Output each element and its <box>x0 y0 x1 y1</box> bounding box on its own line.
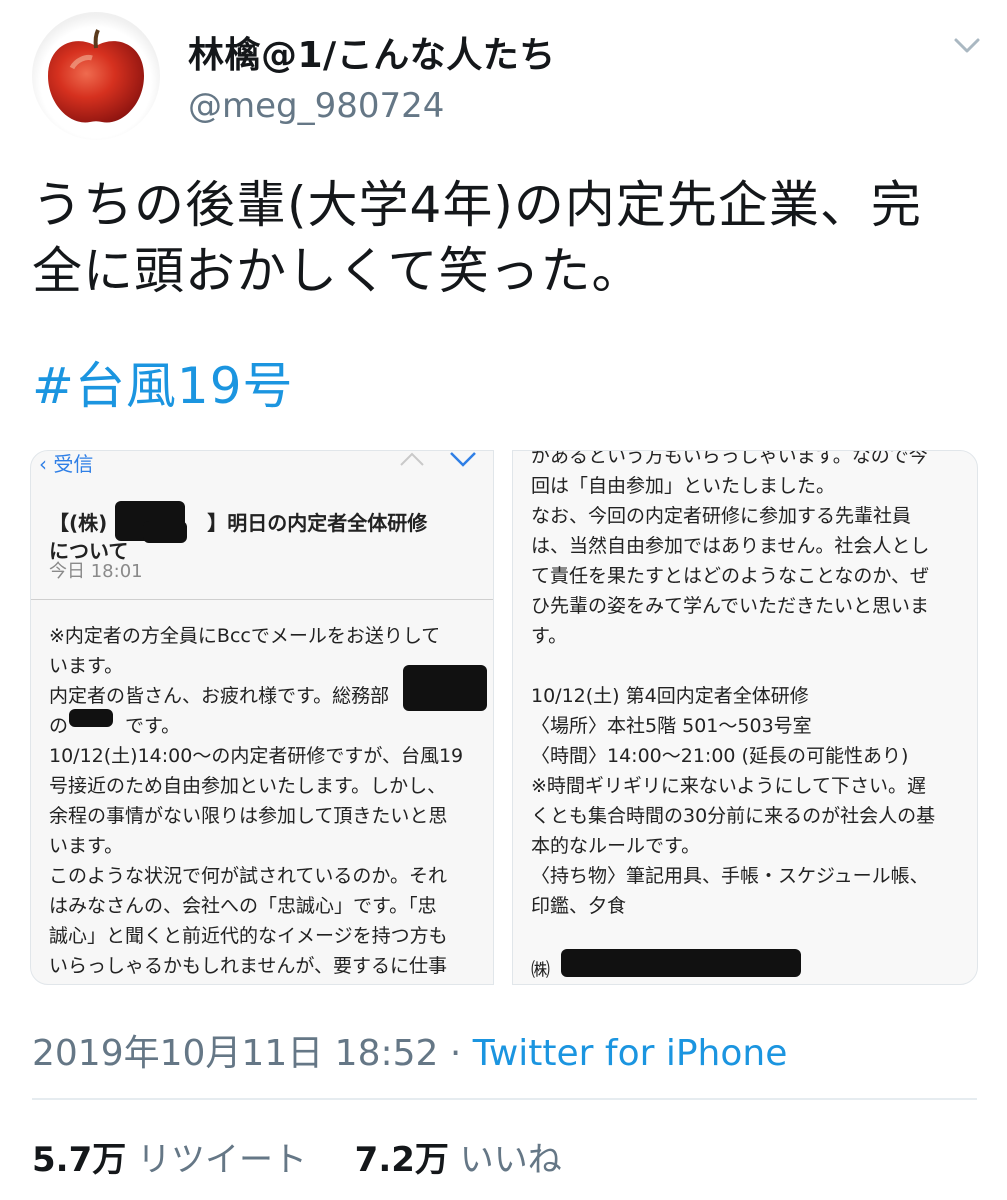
tweet-text-line: うちの後輩(大学4年)の内定先企業、完 <box>32 176 922 234</box>
tweet-timestamp[interactable]: 2019年10月11日 18:52 <box>32 1033 438 1074</box>
mail-body-line: す。 <box>531 625 568 647</box>
chevron-down-icon[interactable] <box>950 30 984 60</box>
mail-body-line <box>531 651 935 681</box>
mail-body-line: て責任を果たすとはどのようなことなのか、ぜ <box>531 565 930 587</box>
mail-back-button: ‹ 受信 <box>39 451 94 479</box>
retweets-label: リツイート <box>137 1140 308 1180</box>
media-grid: ‹ 受信 【(株) 】明日の内定者全体研修 について 今日 18:01 ※内定者… <box>30 450 978 985</box>
divider <box>32 1098 977 1100</box>
media-image-right[interactable]: があるという方もいらっしゃいます。なので今回は「自由参加」といたしました。なお、… <box>512 450 978 985</box>
mail-body-line: 回は「自由参加」といたしました。 <box>531 475 836 497</box>
mail-body-line: なお、今回の内定者研修に参加する先輩社員 <box>531 505 912 527</box>
media-image-left[interactable]: ‹ 受信 【(株) 】明日の内定者全体研修 について 今日 18:01 ※内定者… <box>30 450 494 985</box>
mail-body-line: ひ先輩の姿をみて学んでいただきたいと思いま <box>531 595 930 617</box>
chevron-up-icon <box>400 452 424 466</box>
mail-body-line: ※時間ギリギリに来ないようにして下さい。遅 <box>531 775 926 797</box>
mail-body-line: 余程の事情がない限りは参加して頂きたいと思 <box>49 805 448 827</box>
likes-label: いいね <box>459 1140 562 1180</box>
mail-body-line: 号接近のため自由参加といたします。しかし、 <box>49 775 447 797</box>
likes-stat[interactable]: 7.2万 いいね <box>355 1140 562 1180</box>
mail-back-label: 受信 <box>53 452 94 476</box>
redaction-mark <box>69 709 113 727</box>
tweet-stats: 5.7万 リツイート 7.2万 いいね <box>32 1132 562 1181</box>
mail-subject-line: 【(株) 】明日の内定者全体研修 <box>49 511 428 535</box>
mail-body-line: 印鑑、夕食 <box>531 895 627 917</box>
mail-body-line: います。 <box>49 655 124 677</box>
redaction-mark <box>143 521 187 543</box>
hashtag-link[interactable]: #台風19号 <box>32 346 294 418</box>
retweets-stat[interactable]: 5.7万 リツイート <box>32 1140 318 1180</box>
mail-body-line: 〈時間〉14:00～21:00 (延長の可能性あり) <box>531 745 909 767</box>
signature-text: ㈱ <box>531 959 551 981</box>
mail-body: があるという方もいらっしゃいます。なので今回は「自由参加」といたしました。なお、… <box>531 450 936 921</box>
tweet-text: うちの後輩(大学4年)の内定先企業、完 全に頭おかしくて笑った。 <box>32 172 992 304</box>
mail-body-line: ※内定者の方全員にBccでメールをお送りして <box>49 625 441 647</box>
avatar[interactable] <box>32 12 160 140</box>
mail-body-line: 〈場所〉本社5階 501～503号室 <box>531 715 812 737</box>
mail-body-line: います。 <box>49 835 124 857</box>
mail-body-line: 10/12(土) 第4回内定者全体研修 <box>531 685 809 707</box>
tweet-text-line: 全に頭おかしくて笑った。 <box>32 242 643 300</box>
mail-body-line: いらっしゃるかもしれませんが、要するに仕事 <box>49 955 448 977</box>
apple-avatar-icon <box>48 29 144 123</box>
mail-body-line: はみなさんの、会社への「忠誠心」です。「忠 <box>49 895 437 917</box>
chevron-left-icon: ‹ <box>39 452 54 476</box>
mail-body-line: 内定者の皆さん、お疲れ様です。総務部 <box>49 685 390 707</box>
mail-body-line: があるという方もいらっしゃいます。なので今 <box>531 450 928 467</box>
mail-body-line: 本的なルールです。 <box>531 835 701 857</box>
mail-body-line: くとも集合時間の30分前に来るのが社会人の基 <box>531 805 936 827</box>
meta-separator: · <box>449 1033 462 1074</box>
tweet-meta: 2019年10月11日 18:52 · Twitter for iPhone <box>32 1024 787 1076</box>
retweets-count: 5.7万 <box>32 1140 127 1180</box>
mail-body-line: 〈持ち物〉筆記用具、手帳・スケジュール帳、 <box>531 865 929 887</box>
mail-body-line: は、当然自由参加ではありません。社会人とし <box>531 535 930 557</box>
author-display-name[interactable]: 林檎@1/こんな人たち <box>188 26 556 78</box>
mail-signature: ㈱ <box>531 955 551 984</box>
redaction-mark <box>403 665 487 711</box>
mail-body-line: このような状況で何が試されているのか。それ <box>49 865 448 887</box>
redaction-mark <box>561 949 801 977</box>
mail-date: 今日 18:01 <box>49 561 143 582</box>
mail-body-line: 誠心」と聞くと前近代的なイメージを持つ方も <box>49 925 448 947</box>
author-handle[interactable]: @meg_980724 <box>188 86 444 126</box>
mail-body: ※内定者の方全員にBccでメールをお送りして います。内定者の皆さん、お疲れ様です… <box>49 621 463 981</box>
chevron-down-icon <box>450 452 476 467</box>
divider <box>31 599 493 600</box>
mail-body-line: 10/12(土)14:00～の内定者研修ですが、台風19 <box>49 745 464 767</box>
tweet-source-link[interactable]: Twitter for iPhone <box>473 1033 788 1074</box>
likes-count: 7.2万 <box>354 1140 449 1180</box>
